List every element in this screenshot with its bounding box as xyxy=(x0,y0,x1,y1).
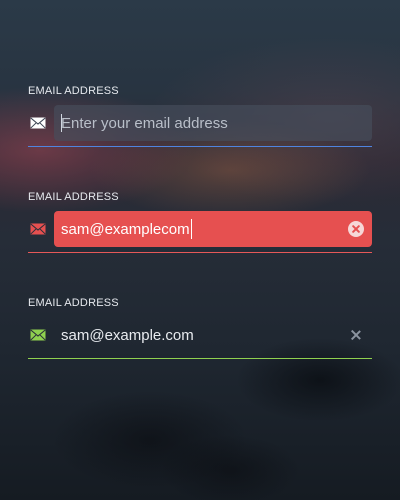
email-input[interactable] xyxy=(54,211,372,247)
email-field-focused: EMAIL ADDRESS xyxy=(28,84,372,147)
field-underline-focus xyxy=(28,146,372,147)
envelope-icon xyxy=(30,117,46,129)
text-caret xyxy=(61,114,62,132)
email-field-label: EMAIL ADDRESS xyxy=(28,297,119,309)
email-field-valid: EMAIL ADDRESS xyxy=(28,296,372,359)
email-input-box[interactable] xyxy=(54,105,372,141)
text-caret xyxy=(191,219,192,239)
email-field-row xyxy=(28,105,372,141)
email-input[interactable] xyxy=(54,317,372,353)
email-input[interactable] xyxy=(54,105,372,141)
email-field-label: EMAIL ADDRESS xyxy=(28,191,119,203)
email-input-box-valid[interactable] xyxy=(54,317,372,353)
email-field-error: EMAIL ADDRESS xyxy=(28,190,372,253)
field-underline-valid xyxy=(28,358,372,359)
blurred-background xyxy=(0,0,400,500)
email-field-row xyxy=(28,211,372,247)
envelope-icon xyxy=(30,329,46,341)
close-icon[interactable] xyxy=(348,327,364,343)
clear-circle-icon[interactable] xyxy=(348,221,364,237)
email-field-label: EMAIL ADDRESS xyxy=(28,85,119,97)
envelope-icon xyxy=(30,223,46,235)
email-input-box-error[interactable] xyxy=(54,211,372,247)
field-underline-error xyxy=(28,252,372,253)
email-field-row xyxy=(28,317,372,353)
